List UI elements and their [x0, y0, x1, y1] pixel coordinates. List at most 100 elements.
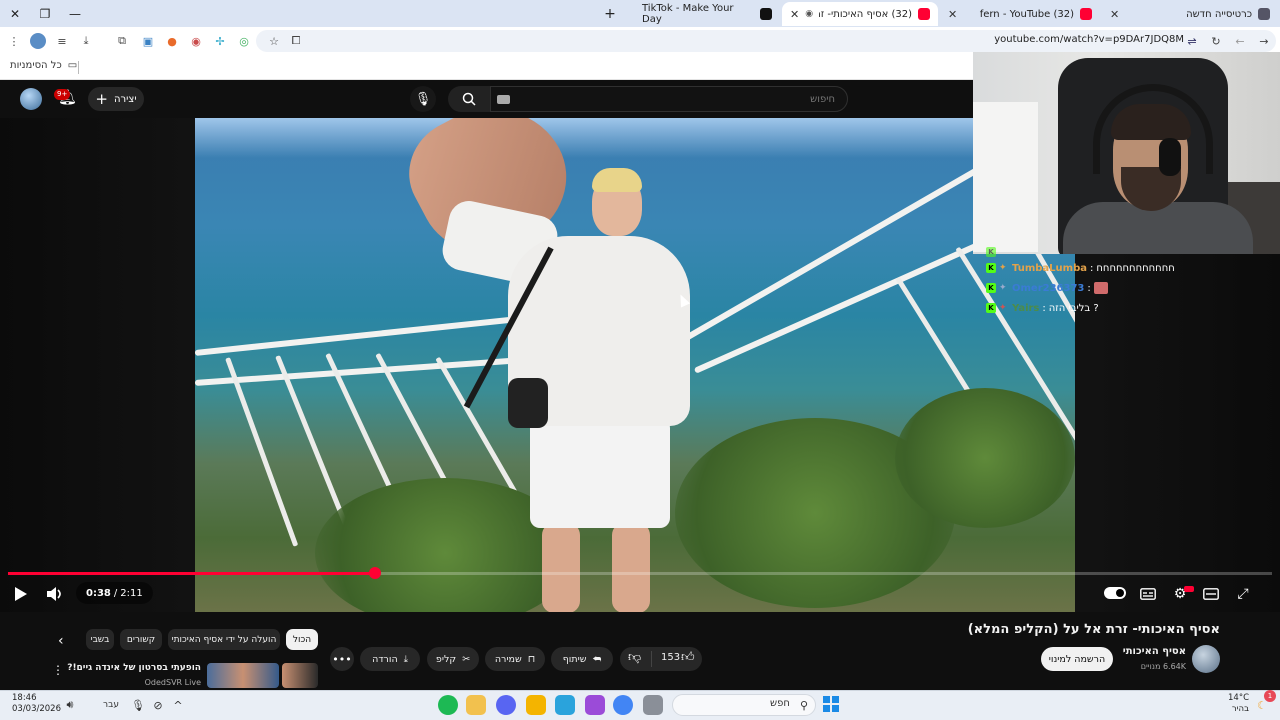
youtube-icon — [918, 8, 930, 20]
chevron-up-icon[interactable]: ^ — [168, 695, 188, 715]
audio-playing-icon[interactable]: ◉ — [805, 9, 813, 19]
app-icon[interactable] — [585, 695, 605, 715]
extensions-icon[interactable]: ⧉ — [114, 33, 130, 49]
like-thumb-icon[interactable]: 👍︎ — [681, 650, 695, 665]
chat-separator: : — [1042, 302, 1046, 314]
share-button[interactable]: ⮪ שיתוף — [551, 647, 613, 671]
back-icon[interactable]: → — [1256, 33, 1272, 49]
chip-related[interactable]: קשורים — [120, 629, 162, 650]
chevron-left-icon[interactable]: ‹ — [58, 633, 64, 649]
kick-badge-icon: K — [986, 247, 996, 257]
save-button[interactable]: ⊓ שמירה — [485, 647, 545, 671]
extension-icon[interactable]: ▣ — [140, 33, 156, 49]
recommendation-thumbnail[interactable] — [207, 663, 279, 688]
bookmarks-folder[interactable]: כל הסימניות ▭ — [10, 60, 77, 71]
video-sky — [195, 118, 1075, 158]
close-tab-icon[interactable]: ✕ — [790, 8, 799, 21]
recommendation-title[interactable]: הופעתי בסרטון של אינדה גיים!? — [67, 663, 201, 673]
menu-dots-icon[interactable]: ⋮ — [6, 33, 22, 49]
video-fence — [195, 315, 524, 356]
save-bookmark-icon: ⊓ — [527, 653, 536, 665]
clip-label: קליפ — [435, 653, 457, 665]
search-field[interactable] — [490, 86, 848, 112]
chat-username: Omer236373 — [1012, 282, 1085, 294]
app-icon[interactable] — [466, 695, 486, 715]
video-frame[interactable] — [195, 118, 1075, 612]
file-explorer-icon[interactable] — [526, 695, 546, 715]
weather-widget[interactable]: 14°C בהיר — [1228, 693, 1249, 715]
translate-icon[interactable]: ✢ — [212, 33, 228, 49]
close-window-icon[interactable]: ✕ — [2, 0, 28, 27]
speaker-icon[interactable]: 🔊︎ — [60, 695, 80, 715]
search-button[interactable] — [448, 86, 490, 112]
chat-message: K ✦ TumbaLumba : חחחחחחחחחחחח — [986, 258, 1246, 278]
channel-avatar[interactable] — [1192, 645, 1220, 673]
subscribe-button[interactable]: הרשמה למינוי — [1041, 647, 1113, 671]
progress-scrubber[interactable] — [369, 567, 381, 579]
fullscreen-icon[interactable]: ⤢ — [1232, 583, 1254, 605]
close-tab-icon[interactable]: ✕ — [948, 8, 957, 21]
new-tab-button[interactable]: + — [597, 0, 623, 27]
theater-mode-icon[interactable] — [1200, 583, 1222, 605]
subtitles-icon[interactable] — [1137, 583, 1159, 605]
forward-icon[interactable]: ← — [1232, 33, 1248, 49]
autoplay-toggle[interactable] — [1104, 587, 1126, 599]
tiktok-icon — [760, 8, 772, 20]
keyboard-icon[interactable] — [497, 95, 510, 104]
recommendation-menu-icon[interactable]: ⋮ — [52, 663, 64, 677]
chat-username: TumbaLumba — [1012, 262, 1087, 274]
dislike-thumb-icon[interactable]: 👎︎ — [628, 650, 641, 665]
open-in-app-icon[interactable]: ⧠ — [288, 33, 304, 49]
windows-taskbar — [0, 690, 1280, 720]
account-avatar[interactable] — [20, 88, 42, 110]
windows-start-icon[interactable] — [823, 696, 839, 712]
telegram-icon[interactable] — [555, 695, 575, 715]
close-tab-icon[interactable]: ✕ — [1110, 8, 1119, 21]
scissors-icon: ✂ — [462, 653, 471, 665]
restore-window-icon[interactable]: ❐ — [32, 0, 58, 27]
profile-avatar-icon[interactable] — [30, 33, 46, 49]
extension-icon[interactable]: ◎ — [236, 33, 252, 49]
folder-icon: ▭ — [67, 60, 78, 71]
chip-partial[interactable]: בשבי — [86, 629, 114, 650]
spotify-icon[interactable] — [438, 695, 458, 715]
recommendation-thumbnail[interactable] — [282, 663, 318, 688]
tab-current-video[interactable]: (32) אסיף האיכותי- זרת אל ◉ ✕ — [782, 2, 938, 26]
chip-uploaded-by[interactable]: הועלה על ידי אסיף האיכותי — [168, 629, 280, 650]
tab-new-tab[interactable]: כרטיסייה חדשה ✕ — [1102, 2, 1278, 26]
chip-all[interactable]: הכול — [286, 629, 318, 650]
chrome-icon[interactable] — [613, 695, 633, 715]
extension-icon[interactable]: ● — [164, 33, 180, 49]
language-indicator[interactable]: עבר — [98, 695, 124, 715]
play-icon[interactable] — [10, 583, 32, 605]
video-title: אסיף האיכותי- זרת אל על (הקליפ המלא) — [967, 622, 1220, 637]
create-button[interactable]: יצירה + — [88, 87, 144, 111]
tab-youtube-fern[interactable]: (32) fern - YouTube ✕ — [940, 2, 1100, 26]
download-icon[interactable]: ⤓ — [78, 33, 94, 49]
download-button[interactable]: ⤓ הורדה — [360, 647, 420, 671]
clock-date: 03/03/2026 — [12, 704, 61, 714]
address-bar[interactable]: ☆ ⧠ youtube.com/watch?v=p9DAr7JDQ8M ⇌ — [256, 30, 1276, 52]
taskbar-clock[interactable]: 18:46 03/03/2026 — [12, 693, 61, 715]
more-actions-icon[interactable]: ••• — [330, 647, 354, 671]
notification-count[interactable]: 1 — [1264, 690, 1276, 702]
extension-icon[interactable]: ◉ — [188, 33, 204, 49]
microphone-icon[interactable]: 🎙︎ — [128, 695, 148, 715]
reading-list-icon[interactable]: ≡ — [54, 33, 70, 49]
tab-tiktok[interactable]: TikTok - Make Your Day — [618, 2, 780, 26]
app-icon[interactable] — [643, 695, 663, 715]
minimize-window-icon[interactable]: — — [62, 0, 88, 27]
bookmark-star-icon[interactable]: ☆ — [266, 33, 282, 49]
chat-message: K ✦ Omer236373 : — [986, 278, 1246, 298]
reload-icon[interactable]: ↻ — [1208, 33, 1224, 49]
discord-icon[interactable] — [496, 695, 516, 715]
camera-off-icon[interactable]: ⊘ — [148, 695, 168, 715]
clip-button[interactable]: ✂ קליפ — [427, 647, 479, 671]
channel-name[interactable]: אסיף האיכותי — [1123, 646, 1186, 657]
volume-icon[interactable] — [45, 583, 67, 605]
voice-search-icon[interactable]: 🎙︎ — [410, 86, 436, 112]
sub-badge-icon: ✦ — [999, 303, 1007, 313]
webcam-wall — [973, 102, 1038, 252]
search-input[interactable] — [491, 87, 847, 111]
site-settings-icon[interactable]: ⇌ — [1184, 33, 1200, 49]
